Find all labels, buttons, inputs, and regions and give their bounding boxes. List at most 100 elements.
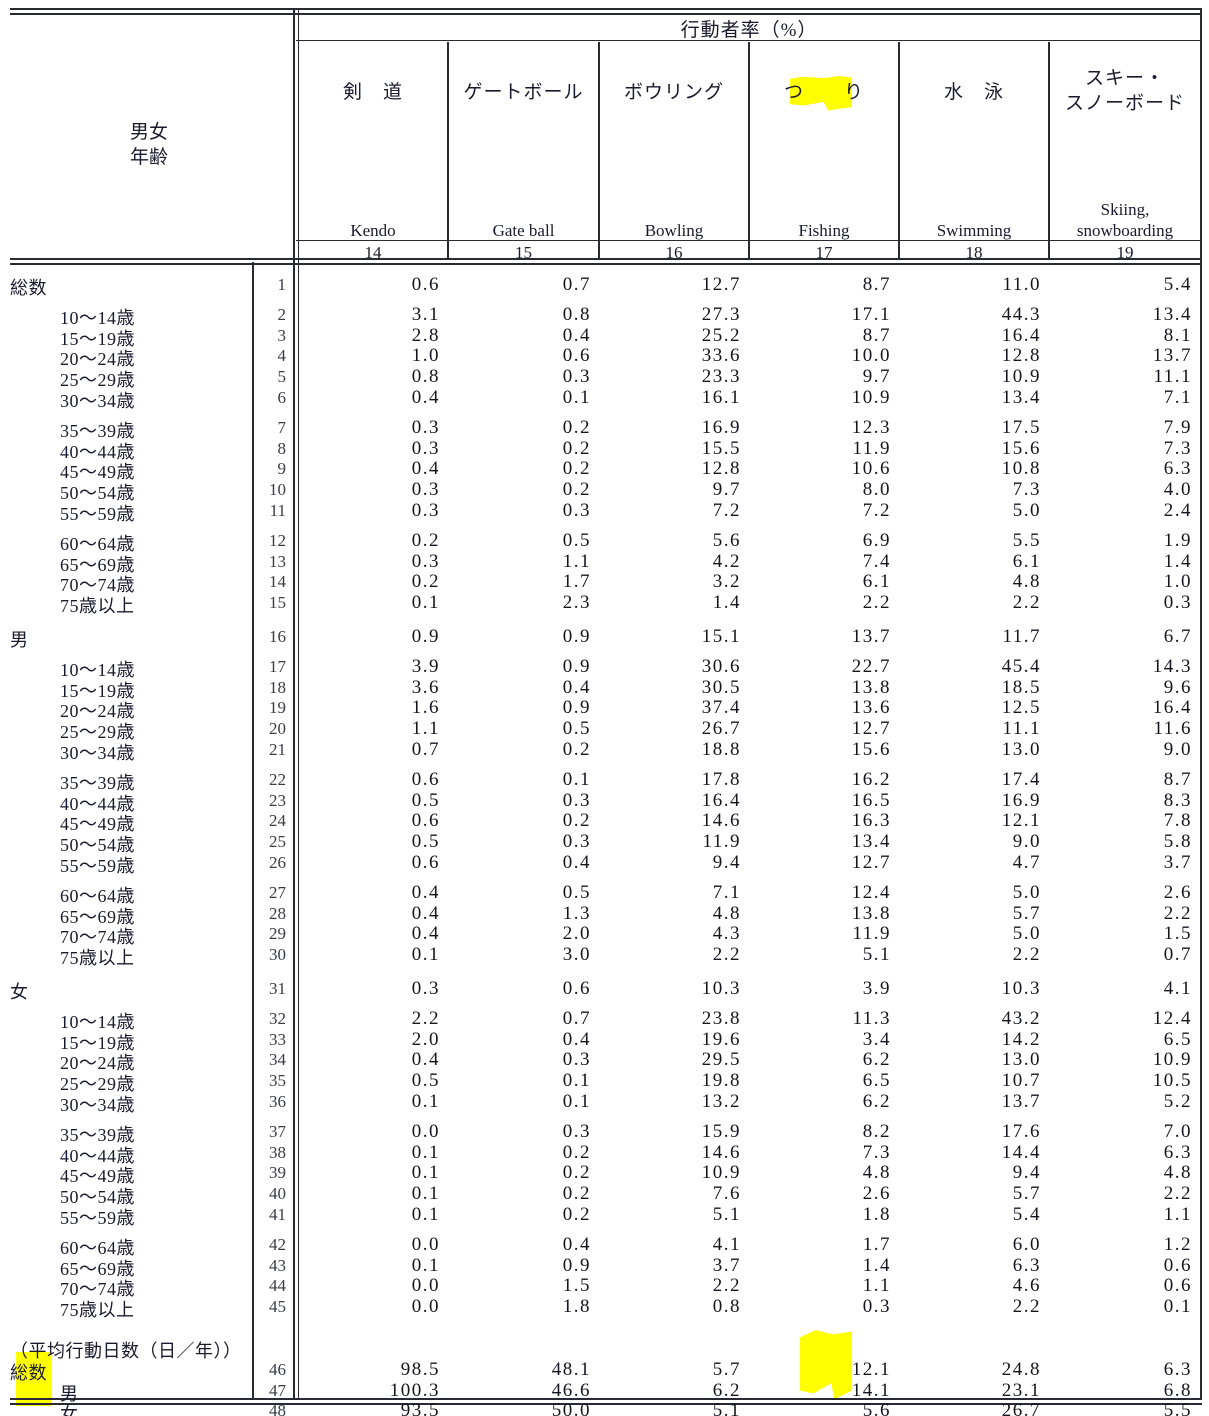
table-cell-value: 0.5 (411, 789, 440, 811)
table-cell-value: 0.1 (411, 1254, 440, 1276)
table-cell-value: 0.2 (562, 437, 591, 459)
table-cell-value: 0.7 (562, 274, 591, 295)
row-number: 37 (269, 1121, 286, 1141)
column-number-19: 19 (1116, 243, 1134, 262)
table-cell-value: 25.2 (701, 324, 741, 346)
table-cell-value: 3.7 (712, 1254, 741, 1276)
table-cell-value: 0.6 (411, 768, 440, 790)
row-label-group: 総数 (10, 278, 47, 298)
table-cell-value: 1.1 (411, 718, 440, 740)
table-cell-value: 7.1 (1163, 387, 1192, 408)
table-cell-value: 19.6 (701, 1028, 741, 1050)
table-cell-value: 2.2 (862, 592, 891, 614)
table-cell-value: 46.6 (551, 1379, 591, 1401)
table-cell-value: 10.3 (1001, 978, 1041, 999)
table-cell-value: 15.5 (701, 437, 741, 459)
table-cell-value: 15.9 (701, 1120, 741, 1142)
table-cell-value: 7.9 (1163, 416, 1192, 438)
table-cell-value: 10.0 (851, 345, 891, 367)
table-cell-value: 11.1 (1002, 718, 1041, 740)
table-cell-value: 43.2 (1001, 1007, 1041, 1029)
table-cell-value: 1.1 (1163, 1204, 1192, 1225)
table-cell-value: 0.3 (562, 1049, 591, 1071)
table-cell-value: 0.1 (411, 1141, 440, 1163)
table-cell-value: 13.7 (851, 626, 891, 647)
table-cell-value: 11.1 (1153, 366, 1192, 388)
table-cell-value: 0.6 (411, 274, 440, 295)
table-cell-value: 0.1 (411, 1183, 440, 1205)
table-cell-value: 9.7 (712, 479, 741, 501)
table-cell-value: 0.1 (562, 1070, 591, 1092)
table-cell-value: 6.8 (1163, 1379, 1192, 1401)
column-header-en-kendo: Kendo (350, 221, 396, 240)
table-cell-value: 1.7 (562, 571, 591, 593)
table-cell-value: 0.6 (562, 345, 591, 367)
row-number: 27 (269, 882, 286, 902)
table-cell-value: 12.7 (701, 274, 741, 295)
row-number: 48 (269, 1401, 286, 1416)
table-cell-value: 2.2 (712, 1275, 741, 1297)
table-cell-value: 16.5 (851, 789, 891, 811)
table-cell-value: 0.8 (712, 1296, 741, 1318)
table-cell-value: 0.3 (411, 978, 440, 999)
row-number: 6 (277, 388, 287, 407)
table-cell-value: 9.4 (1012, 1162, 1041, 1184)
column-header-jp-kendo: 剣 道 (342, 82, 403, 103)
table-cell-value: 12.8 (1001, 345, 1041, 367)
table-cell-value: 0.9 (411, 626, 440, 647)
table-cell-value: 5.0 (1012, 923, 1041, 945)
table-cell-value: 44.3 (1001, 303, 1041, 325)
table-top-rule (10, 8, 1202, 15)
table-cell-value: 0.0 (411, 1233, 440, 1255)
table-cell-value: 4.8 (1163, 1162, 1192, 1184)
table-cell-value: 12.8 (701, 458, 741, 480)
row-number: 16 (269, 627, 286, 646)
row-number: 7 (277, 417, 287, 437)
table-cell-value: 0.4 (562, 676, 591, 698)
table-cell-value: 16.2 (851, 768, 891, 790)
table-cell-value: 0.4 (411, 902, 440, 924)
row-number: 41 (269, 1205, 286, 1224)
column-header-en-swimming: Swimming (936, 221, 1012, 240)
table-cell-value: 8.2 (862, 1120, 891, 1142)
table-cell-value: 5.4 (1012, 1204, 1041, 1225)
table-cell-value: 0.3 (562, 1120, 591, 1142)
table-cell-value: 0.5 (411, 831, 440, 853)
table-cell-value: 0.1 (1163, 1296, 1192, 1318)
table-cell-value: 0.1 (411, 1091, 440, 1112)
table-cell-value: 16.4 (701, 789, 741, 811)
table-cell-value: 17.1 (851, 303, 891, 325)
table-cell-value: 93.5 (400, 1400, 440, 1416)
table-cell-value: 6.3 (1163, 458, 1192, 480)
table-cell-value: 27.3 (701, 303, 741, 325)
table-cell-value: 15.6 (1001, 437, 1041, 459)
table-cell-value: 12.5 (1001, 697, 1041, 719)
table-cell-value: 18.8 (701, 739, 741, 760)
table-cell-value: 3.4 (862, 1028, 891, 1050)
row-number: 39 (269, 1163, 286, 1183)
table-cell-value: 11.0 (1002, 274, 1041, 295)
table-cell-value: 0.4 (562, 324, 591, 346)
table-cell-value: 12.1 (851, 1358, 891, 1380)
column-header-jp-gateball: ゲートボール (463, 82, 584, 103)
table-cell-value: 0.5 (411, 1070, 440, 1092)
table-cell-value: 5.6 (712, 529, 741, 551)
table-cell-value: 1.4 (712, 592, 741, 614)
table-cell-value: 0.3 (1163, 592, 1192, 614)
table-cell-value: 7.6 (712, 1183, 741, 1205)
table-cell-value: 13.2 (701, 1091, 741, 1112)
row-label-age: 75歳以上 (60, 1300, 135, 1321)
table-cell-value: 5.1 (712, 1400, 741, 1416)
table-cell-value: 1.4 (862, 1254, 891, 1276)
table-cell-value: 0.1 (411, 1204, 440, 1225)
table-cell-value: 0.9 (562, 655, 591, 677)
table-cell-value: 14.2 (1001, 1028, 1041, 1050)
table-cell-value: 0.3 (411, 416, 440, 438)
table-cell-value: 10.9 (701, 1162, 741, 1184)
table-cell-value: 2.2 (712, 944, 741, 966)
table-cell-value: 0.4 (411, 1049, 440, 1071)
table-cell-value: 0.2 (562, 1141, 591, 1163)
column-header-jp-bowling: ボウリング (623, 82, 724, 103)
table-cell-value: 0.9 (562, 697, 591, 719)
row-number: 31 (269, 979, 286, 998)
